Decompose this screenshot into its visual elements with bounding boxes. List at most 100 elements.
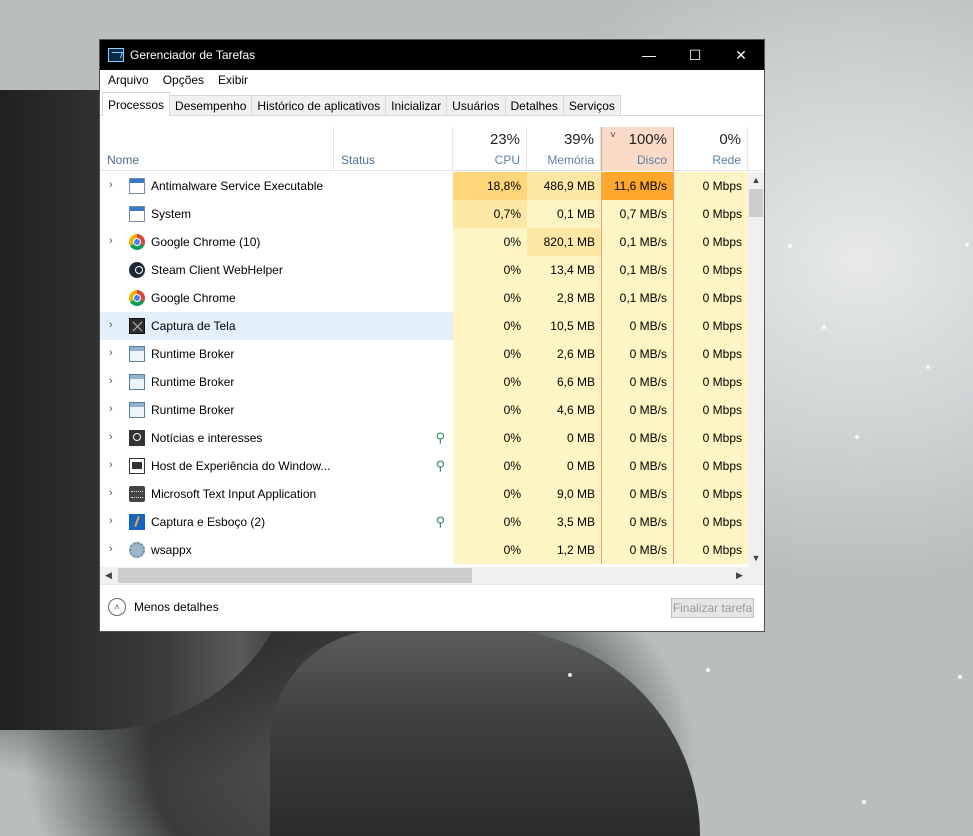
title-bar[interactable]: Gerenciador de Tarefas — ☐ ✕: [100, 40, 764, 70]
column-memory[interactable]: 39% Memória: [527, 127, 601, 171]
process-disk: 11,6 MB/s: [601, 172, 674, 200]
process-network: 0 Mbps: [674, 480, 748, 508]
column-status-label: Status: [341, 153, 376, 167]
table-row[interactable]: Google Chrome 0% 2,8 MB 0,1 MB/s 0 Mbps: [100, 284, 748, 312]
menu-options[interactable]: Opções: [156, 73, 211, 87]
table-row[interactable]: › Google Chrome (10) 0% 820,1 MB 0,1 MB/s 0 M…: [100, 228, 748, 256]
table-row[interactable]: › Notícias e interesses ⚲ 0% 0 MB 0 MB/s 0 Mbp…: [100, 424, 748, 452]
process-status: [334, 368, 453, 396]
chevron-right-icon[interactable]: ›: [109, 235, 113, 247]
process-memory: 0 MB: [527, 424, 601, 452]
process-name: Microsoft Text Input Application: [151, 487, 317, 501]
column-disk[interactable]: ˅ 100% Disco: [601, 127, 674, 171]
wallpaper-snowflake: [822, 325, 826, 329]
chevron-right-icon[interactable]: ›: [109, 179, 113, 191]
column-name-label: Nome: [107, 153, 140, 167]
process-memory: 3,5 MB: [527, 508, 601, 536]
process-cpu: 0,7%: [453, 200, 527, 228]
table-row[interactable]: › Runtime Broker 0% 4,6 MB 0 MB/s 0 Mbps: [100, 396, 748, 424]
process-cpu: 0%: [453, 256, 527, 284]
chevron-right-icon[interactable]: ›: [109, 319, 113, 331]
column-name[interactable]: Nome: [100, 127, 334, 171]
process-network: 0 Mbps: [674, 228, 748, 256]
chevron-up-icon: ˄: [108, 598, 126, 616]
table-header: Nome Status 23% CPU 39% Memória ˅ 100% D…: [100, 127, 764, 171]
scroll-left-icon[interactable]: ◀: [100, 567, 117, 584]
wallpaper-snowflake: [958, 675, 962, 679]
chevron-right-icon[interactable]: ›: [109, 515, 113, 527]
process-status: [334, 256, 453, 284]
process-name: Antimalware Service Executable: [151, 179, 324, 193]
vertical-scrollbar[interactable]: ▲ ▼: [748, 172, 764, 567]
table-row[interactable]: › Microsoft Text Input Application 0% 9,0 M…: [100, 480, 748, 508]
menu-file[interactable]: Arquivo: [101, 73, 156, 87]
close-button[interactable]: ✕: [718, 40, 764, 70]
process-memory: 486,9 MB: [527, 172, 601, 200]
chevron-right-icon[interactable]: ›: [109, 487, 113, 499]
minimize-button[interactable]: —: [626, 40, 672, 70]
tab-processes[interactable]: Processos: [102, 92, 171, 116]
table-row[interactable]: › Runtime Broker 0% 2,6 MB 0 MB/s 0 Mbps: [100, 340, 748, 368]
process-network: 0 Mbps: [674, 340, 748, 368]
table-row[interactable]: › wsappx 0% 1,2 MB 0 MB/s 0 Mbps: [100, 536, 748, 564]
steam-icon: [129, 262, 145, 278]
table-row[interactable]: › Host de Experiência do Window... ⚲ 0% 0 MB…: [100, 452, 748, 480]
tab-services[interactable]: Serviços: [562, 95, 621, 115]
tab-app-history[interactable]: Histórico de aplicativos: [251, 95, 387, 115]
vertical-scroll-thumb[interactable]: [749, 189, 763, 217]
tab-performance[interactable]: Desempenho: [169, 95, 253, 115]
horizontal-scrollbar[interactable]: ◀ ▶: [100, 567, 748, 584]
end-task-button[interactable]: Finalizar tarefa: [671, 598, 754, 618]
broker-icon: [129, 346, 145, 362]
wallpaper-snowflake: [926, 365, 930, 369]
column-network-label: Rede: [712, 153, 741, 167]
task-manager-icon: [108, 48, 124, 62]
process-table: Nome Status 23% CPU 39% Memória ˅ 100% D…: [100, 127, 764, 567]
process-status: [334, 172, 453, 200]
broker-icon: [129, 374, 145, 390]
table-row[interactable]: System 0,7% 0,1 MB 0,7 MB/s 0 Mbps: [100, 200, 748, 228]
process-network: 0 Mbps: [674, 368, 748, 396]
efficiency-leaf-icon: ⚲: [435, 430, 445, 445]
process-disk: 0 MB/s: [601, 452, 674, 480]
column-network[interactable]: 0% Rede: [674, 127, 748, 171]
chevron-right-icon[interactable]: ›: [109, 403, 113, 415]
tab-users[interactable]: Usuários: [446, 95, 506, 115]
news-icon: [129, 430, 145, 446]
horizontal-scroll-thumb[interactable]: [118, 568, 472, 583]
process-cpu: 0%: [453, 424, 527, 452]
table-row[interactable]: › Antimalware Service Executable 18,8% 486,…: [100, 172, 748, 200]
table-row[interactable]: › Runtime Broker 0% 6,6 MB 0 MB/s 0 Mbps: [100, 368, 748, 396]
process-memory: 1,2 MB: [527, 536, 601, 564]
process-name: Host de Experiência do Window...: [151, 459, 331, 473]
maximize-button[interactable]: ☐: [672, 40, 718, 70]
chevron-right-icon[interactable]: ›: [109, 347, 113, 359]
tab-details[interactable]: Detalhes: [504, 95, 564, 115]
table-row[interactable]: › Captura de Tela 0% 10,5 MB 0 MB/s 0 Mbps: [100, 312, 748, 340]
scroll-down-icon[interactable]: ▼: [748, 550, 764, 567]
process-name: Steam Client WebHelper: [151, 263, 283, 277]
chrome-icon: [129, 234, 145, 250]
tab-startup[interactable]: Inicializar: [385, 95, 448, 115]
scroll-right-icon[interactable]: ▶: [731, 567, 748, 584]
scroll-up-icon[interactable]: ▲: [748, 172, 764, 189]
table-row[interactable]: › Captura e Esboço (2) ⚲ 0% 3,5 MB 0 MB/s 0 Mb…: [100, 508, 748, 536]
efficiency-leaf-icon: ⚲: [435, 514, 445, 529]
menu-view[interactable]: Exibir: [211, 73, 255, 87]
process-network: 0 Mbps: [674, 508, 748, 536]
process-status: [334, 340, 453, 368]
column-status[interactable]: Status: [334, 127, 453, 171]
table-row[interactable]: Steam Client WebHelper 0% 13,4 MB 0,1 MB/s 0…: [100, 256, 748, 284]
process-status: [334, 228, 453, 256]
gear-icon: [129, 542, 145, 558]
process-network: 0 Mbps: [674, 536, 748, 564]
chevron-right-icon[interactable]: ›: [109, 543, 113, 555]
chevron-right-icon[interactable]: ›: [109, 375, 113, 387]
process-disk: 0,1 MB/s: [601, 256, 674, 284]
process-name: wsappx: [151, 543, 192, 557]
column-cpu[interactable]: 23% CPU: [453, 127, 527, 171]
process-memory: 0 MB: [527, 452, 601, 480]
less-details-button[interactable]: ˄ Menos detalhes: [108, 598, 219, 616]
chevron-right-icon[interactable]: ›: [109, 431, 113, 443]
chevron-right-icon[interactable]: ›: [109, 459, 113, 471]
